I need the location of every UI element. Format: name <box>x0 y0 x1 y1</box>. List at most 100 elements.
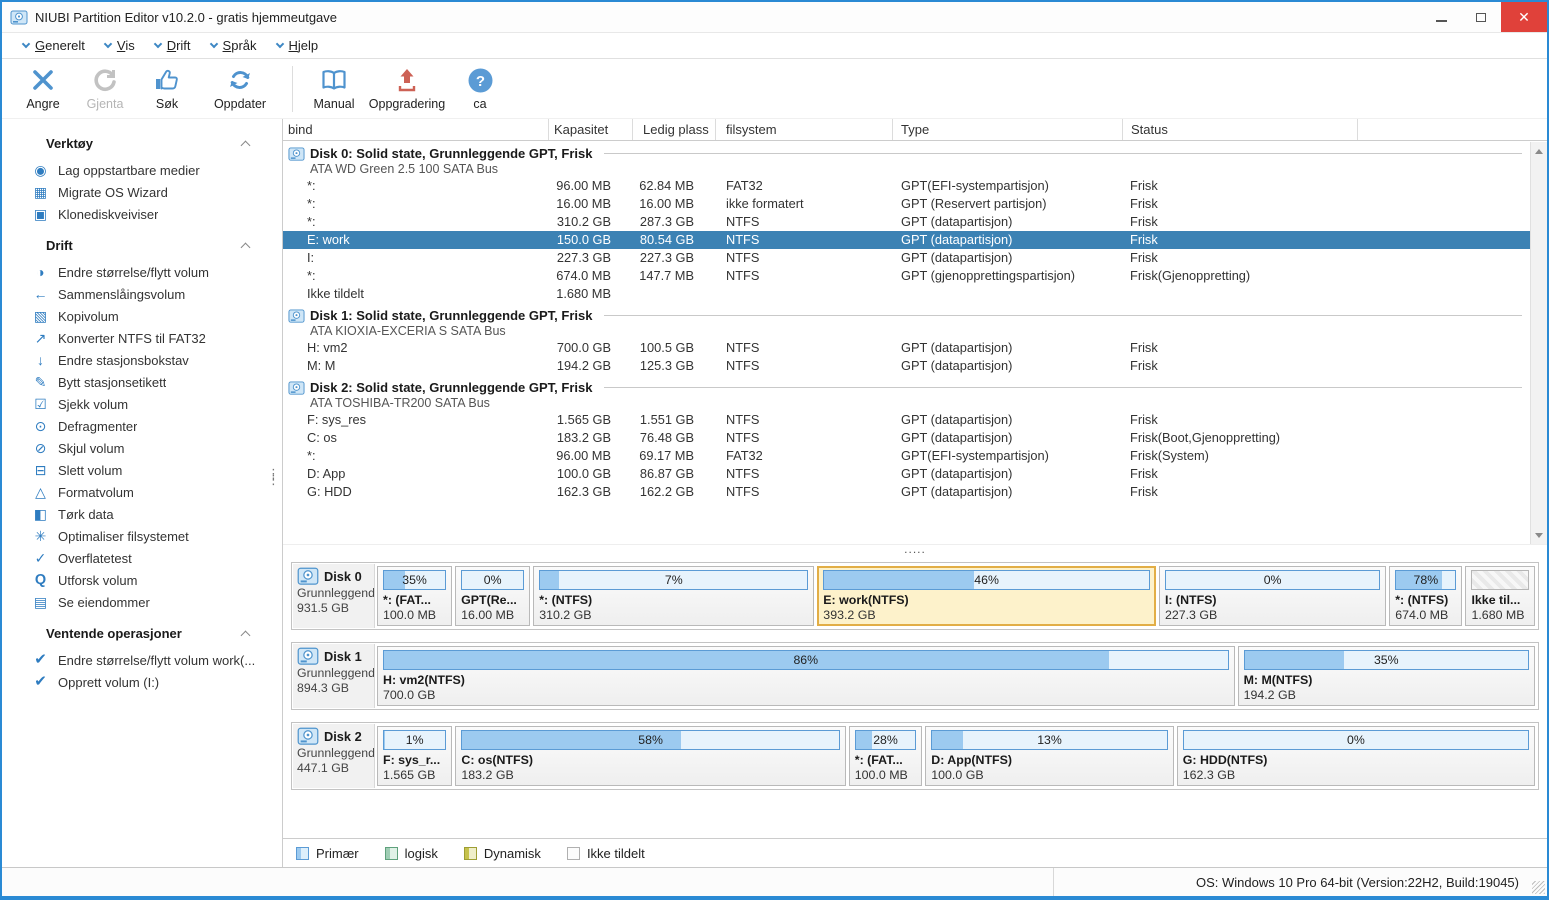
sidebar-splitter-handle[interactable]: ⋮ ⋮ <box>267 467 280 486</box>
table-row[interactable]: M: M 194.2 GB 125.3 GB NTFS GPT (datapartisj… <box>283 357 1530 375</box>
disk-group-header[interactable]: Disk 2: Solid state, Grunnleggende GPT, … <box>283 375 1530 411</box>
toolbar-separator <box>292 65 293 112</box>
table-row[interactable]: C: os 183.2 GB 76.48 GB NTFS GPT (datapartis… <box>283 429 1530 447</box>
sidebar-item-optimize-fs[interactable]: ✳ Optimaliser filsystemet <box>2 525 282 547</box>
sidebar-item-explore-volume[interactable]: Q Utforsk volum <box>2 569 282 591</box>
col-ledig-plass[interactable]: Ledig plass <box>633 119 716 140</box>
table-row[interactable]: D: App 100.0 GB 86.87 GB NTFS GPT (dataparti… <box>283 465 1530 483</box>
manual-button[interactable]: Manual <box>305 62 363 116</box>
sidebar-item-defragment[interactable]: ⊙ Defragmenter <box>2 415 282 437</box>
table-row-selected[interactable]: E: work 150.0 GB 80.54 GB NTFS GPT (datapart… <box>283 231 1530 249</box>
pending-op-create-volume[interactable]: ✔ Opprett volum (I:) <box>2 671 282 693</box>
redo-icon <box>92 66 118 94</box>
panel-splitter[interactable]: ..... <box>283 543 1547 558</box>
partition-block[interactable]: 86 H: vm2(NTFS) 700.0 GB <box>377 646 1235 706</box>
partition-block[interactable]: 0 I: (NTFS) 227.3 GB <box>1158 566 1387 626</box>
scroll-up-arrow[interactable] <box>1531 143 1547 159</box>
partition-block[interactable]: 0 G: HDD(NTFS) 162.3 GB <box>1176 726 1535 786</box>
sidebar-item-hide-volume[interactable]: ⊘ Skjul volum <box>2 437 282 459</box>
legend-logical: logisk <box>384 846 438 861</box>
menu-drift[interactable]: Drift <box>146 33 200 58</box>
vertical-scrollbar[interactable] <box>1530 142 1547 544</box>
convert-icon: ↗ <box>34 330 47 346</box>
section-verktoy[interactable]: Verktøy <box>46 136 251 151</box>
sidebar-item-clone-disk[interactable]: ▣ Klonediskveiviser <box>2 203 282 225</box>
table-row[interactable]: *: 96.00 MB 69.17 MB FAT32 GPT(EFI-systempar… <box>283 447 1530 465</box>
disk-icon <box>288 146 305 161</box>
disk-group-header[interactable]: Disk 0: Solid state, Grunnleggende GPT, … <box>283 141 1530 177</box>
section-drift[interactable]: Drift <box>46 238 251 253</box>
menu-generelt[interactable]: Generelt <box>14 33 94 58</box>
chevron-up-icon <box>240 630 251 641</box>
chevron-down-icon <box>209 39 218 49</box>
legend: Primær logisk Dynamisk Ikke tildelt <box>283 838 1547 867</box>
sidebar-item-resize-move[interactable]: ◑ Endre størrelse/flytt volum <box>2 261 282 283</box>
sidebar-item-wipe-data[interactable]: ◧ Tørk data <box>2 503 282 525</box>
sidebar-item-copy-volume[interactable]: ▧ Kopivolum <box>2 305 282 327</box>
disk-info[interactable]: Disk 0 Grunnleggend 931.5 GB <box>293 564 375 628</box>
explore-volume-icon: Q <box>34 572 47 588</box>
partition-block[interactable]: 58 C: os(NTFS) 183.2 GB <box>455 726 846 786</box>
partition-block[interactable]: 1 F: sys_r... 1.565 GB <box>377 726 453 786</box>
sidebar-item-merge-volume[interactable]: ← Sammenslåingsvolum <box>2 283 282 305</box>
section-pending-operations[interactable]: Ventende operasjoner <box>46 626 251 641</box>
partition-block[interactable]: 35 *: (FAT... 100.0 MB <box>377 566 453 626</box>
table-row[interactable]: Ikke tildelt 1.680 MB <box>283 285 1530 303</box>
menu-hjelp[interactable]: Hjelp <box>268 33 328 58</box>
sidebar-item-bootable-media[interactable]: ◉ Lag oppstartbare medier <box>2 159 282 181</box>
table-row[interactable]: G: HDD 162.3 GB 162.2 GB NTFS GPT (dataparti… <box>283 483 1530 501</box>
partition-block-selected[interactable]: 46 E: work(NTFS) 393.2 GB <box>817 566 1156 626</box>
partition-block[interactable]: 13 D: App(NTFS) 100.0 GB <box>925 726 1174 786</box>
chevron-down-icon <box>153 39 162 49</box>
sidebar-item-drive-letter[interactable]: ↓ Endre stasjonsbokstav <box>2 349 282 371</box>
sidebar-item-convert-ntfs[interactable]: ↗ Konverter NTFS til FAT32 <box>2 327 282 349</box>
disk-info[interactable]: Disk 2 Grunnleggend 447.1 GB <box>293 724 375 788</box>
redo-button[interactable]: Gjenta <box>76 62 134 116</box>
menu-vis[interactable]: Vis <box>96 33 144 58</box>
table-row[interactable]: *: 310.2 GB 287.3 GB NTFS GPT (datapartisjon… <box>283 213 1530 231</box>
sidebar-item-surface-test[interactable]: ✓ Overflatetest <box>2 547 282 569</box>
usage-bar: 0 <box>461 570 525 590</box>
refresh-button[interactable]: Oppdater <box>200 62 280 116</box>
partition-block[interactable]: 28 *: (FAT... 100.0 MB <box>848 726 923 786</box>
search-button[interactable]: Søk <box>138 62 196 116</box>
table-row[interactable]: I: 227.3 GB 227.3 GB NTFS GPT (datapartisjon… <box>283 249 1530 267</box>
partition-block[interactable]: 35 M: M(NTFS) 194.2 GB <box>1237 646 1535 706</box>
resize-grip-icon[interactable] <box>1532 881 1545 894</box>
table-row[interactable]: *: 16.00 MB 16.00 MB ikke formatert GPT (Res… <box>283 195 1530 213</box>
sidebar-item-properties[interactable]: ▤ Se eiendommer <box>2 591 282 613</box>
close-button[interactable]: ✕ <box>1501 2 1547 32</box>
partition-block[interactable]: 78 *: (NTFS) 674.0 MB <box>1389 566 1463 626</box>
usage-bar: 46 <box>823 570 1150 590</box>
usage-bar: 0 <box>1164 570 1381 590</box>
menu-sprak[interactable]: Språk <box>202 33 266 58</box>
table-row[interactable]: F: sys_res 1.565 GB 1.551 GB NTFS GPT (datap… <box>283 411 1530 429</box>
pending-op-resize-move[interactable]: ✔ Endre størrelse/flytt volum work(... <box>2 649 282 671</box>
undo-button[interactable]: Angre <box>14 62 72 116</box>
maximize-button[interactable] <box>1461 2 1501 32</box>
sidebar-item-drive-label[interactable]: ✎ Bytt stasjonsetikett <box>2 371 282 393</box>
col-kapasitet[interactable]: Kapasitet <box>549 119 633 140</box>
sidebar-item-format-volume[interactable]: △ Formatvolum <box>2 481 282 503</box>
sidebar-item-migrate-os[interactable]: ▦ Migrate OS Wizard <box>2 181 282 203</box>
col-bind[interactable]: bind <box>283 119 549 140</box>
col-status[interactable]: Status <box>1123 119 1358 140</box>
about-button[interactable]: ? ca <box>451 62 509 116</box>
col-type[interactable]: Type <box>893 119 1123 140</box>
unallocated-block[interactable]: Ikke til... 1.680 MB <box>1465 566 1535 626</box>
defragment-icon: ⊙ <box>34 418 47 434</box>
sidebar-item-delete-volume[interactable]: ⊟ Slett volum <box>2 459 282 481</box>
sidebar-item-check-volume[interactable]: ☑ Sjekk volum <box>2 393 282 415</box>
upgrade-button[interactable]: Oppgradering <box>367 62 447 116</box>
table-row[interactable]: *: 674.0 MB 147.7 MB NTFS GPT (gjenopprettin… <box>283 267 1530 285</box>
partition-block[interactable]: 0 GPT(Re... 16.00 MB <box>455 566 531 626</box>
disk-info[interactable]: Disk 1 Grunnleggend 894.3 GB <box>293 644 375 708</box>
disk-group-header[interactable]: Disk 1: Solid state, Grunnleggende GPT, … <box>283 303 1530 339</box>
col-filsystem[interactable]: filsystem <box>716 119 893 140</box>
table-row[interactable]: H: vm2 700.0 GB 100.5 GB NTFS GPT (dataparti… <box>283 339 1530 357</box>
thumbs-up-icon <box>153 66 181 94</box>
minimize-button[interactable] <box>1421 2 1461 32</box>
scroll-down-arrow[interactable] <box>1531 527 1547 543</box>
table-row[interactable]: *: 96.00 MB 62.84 MB FAT32 GPT(EFI-systempar… <box>283 177 1530 195</box>
partition-block[interactable]: 7 *: (NTFS) 310.2 GB <box>533 566 815 626</box>
